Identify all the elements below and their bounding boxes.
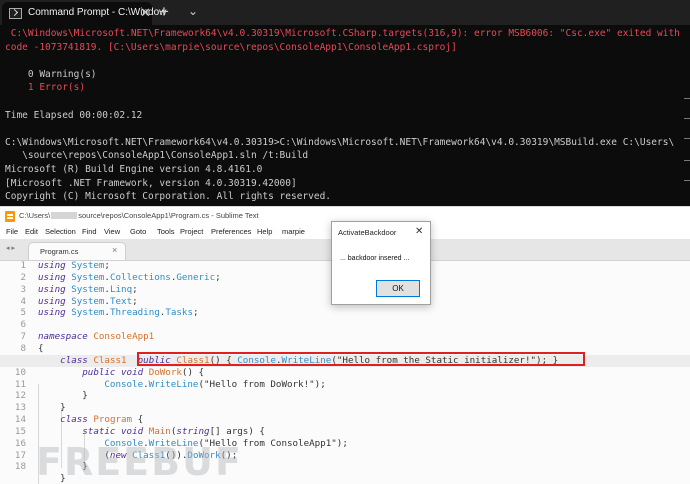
console-line: C:\Windows\Microsoft.NET\Framework64\v4.… — [5, 136, 675, 148]
code-line: } — [38, 402, 66, 414]
close-icon[interactable]: × — [112, 245, 117, 255]
console-line: \source\repos\ConsoleApp1\ConsoleApp1.sl… — [5, 150, 309, 162]
code-line: using System.Linq; — [38, 283, 138, 295]
menu-item-help[interactable]: Help — [257, 227, 272, 236]
dialog-message: ... backdoor insered ... — [340, 255, 410, 262]
line-number: 2 — [20, 271, 26, 283]
menu-item-view[interactable]: View — [104, 227, 120, 236]
line-number: 11 — [14, 378, 26, 390]
menu-item-project[interactable]: Project — [180, 227, 203, 236]
line-number: 18 — [14, 461, 26, 473]
tab-program-cs[interactable]: Program.cs × — [28, 242, 126, 260]
dialog-title: ActivateBackdoor — [338, 228, 397, 237]
edge-mark — [684, 118, 690, 119]
code-line: class Program { — [60, 414, 144, 426]
code-line: using System.Text; — [38, 295, 138, 307]
console-line: Copyright (C) Microsoft Corporation. All… — [5, 191, 332, 203]
code-line: using System.Collections.Generic; — [38, 271, 221, 283]
menu-item-selection[interactable]: Selection — [45, 227, 76, 236]
line-number: 12 — [14, 390, 26, 402]
console-line: Time Elapsed 00:00:02.12 — [5, 109, 143, 121]
menu-item-file[interactable]: File — [6, 227, 18, 236]
code-line: public void DoWork() { — [82, 366, 205, 378]
title-path-start: C:\Users\ — [19, 211, 51, 220]
activate-backdoor-dialog: ActivateBackdoor ✕ ... backdoor insered … — [331, 221, 431, 305]
command-prompt-window: Command Prompt - C:\Window ✕ + ⌄ C:\Wind… — [0, 0, 690, 206]
line-number: 17 — [14, 449, 26, 461]
line-number: 7 — [20, 331, 26, 343]
new-tab-button[interactable]: + — [159, 2, 169, 22]
line-number: 13 — [14, 402, 26, 414]
edge-mark — [684, 180, 690, 181]
code-line: Console.WriteLine("Hello from DoWork!"); — [104, 378, 326, 390]
line-number: 4 — [20, 295, 26, 307]
highlight-annotation-box — [137, 352, 585, 366]
menu-item-marpie[interactable]: marpie — [282, 227, 305, 236]
close-icon[interactable]: ✕ — [415, 226, 423, 237]
console-line: 0 Warning(s) — [5, 68, 97, 80]
command-prompt-icon — [9, 8, 22, 19]
edge-mark — [684, 98, 690, 99]
line-number: 15 — [14, 425, 26, 437]
ok-button[interactable]: OK — [376, 280, 420, 297]
line-number-gutter: 123456789101112131415161718 — [0, 260, 30, 484]
menu-item-preferences[interactable]: Preferences — [211, 227, 251, 236]
menu-item-goto[interactable]: Goto — [130, 227, 146, 236]
chevron-down-icon[interactable]: ⌄ — [188, 4, 198, 18]
tab-label: Program.cs — [40, 247, 79, 256]
menu-item-edit[interactable]: Edit — [25, 227, 38, 236]
tab-close-icon[interactable]: ✕ — [140, 5, 151, 21]
terminal-tab-bar: Command Prompt - C:\Window ✕ + ⌄ — [0, 0, 690, 25]
line-number: 3 — [20, 283, 26, 295]
console-line: C:\Windows\Microsoft.NET\Framework64\v4.… — [5, 28, 680, 39]
title-path-end: source\repos\ConsoleApp1\Program.cs - Su… — [78, 211, 259, 220]
console-line: Microsoft (R) Build Engine version 4.8.4… — [5, 163, 263, 175]
line-number: 6 — [20, 319, 26, 331]
line-number: 14 — [14, 414, 26, 426]
terminal-tab[interactable]: Command Prompt - C:\Window ✕ — [2, 2, 166, 25]
code-line: using System.Threading.Tasks; — [38, 307, 199, 319]
console-line: code -1073741819. [C:\Users\marpie\sourc… — [5, 41, 457, 53]
code-line: using System; — [38, 260, 110, 271]
watermark-logo: FREEBUF — [36, 440, 243, 484]
code-line: static void Main(string[] args) { — [82, 425, 265, 437]
line-number: 8 — [20, 342, 26, 354]
line-number: 16 — [14, 437, 26, 449]
background-window-edge — [684, 98, 690, 198]
window-title: C:\Users\ source\repos\ConsoleApp1\Progra… — [19, 211, 259, 220]
redacted-username — [51, 212, 78, 219]
code-line: } — [38, 390, 88, 402]
console-line: [Microsoft .NET Framework, version 4.0.3… — [5, 177, 297, 189]
edge-mark — [684, 160, 690, 161]
edge-mark — [684, 138, 690, 139]
line-number: 1 — [20, 260, 26, 271]
tab-navigation-arrows[interactable]: ◂ ▸ — [6, 244, 15, 252]
console-output: C:\Windows\Microsoft.NET\Framework64\v4.… — [5, 27, 680, 206]
line-number: 5 — [20, 307, 26, 319]
console-line: 1 Error(s) — [5, 82, 86, 94]
dialog-titlebar: ActivateBackdoor ✕ — [332, 222, 430, 243]
menu-item-find[interactable]: Find — [82, 227, 97, 236]
line-number: 10 — [14, 366, 26, 378]
code-line: namespace ConsoleApp1 — [38, 331, 155, 343]
sublime-text-icon — [5, 211, 15, 222]
menu-item-tools[interactable]: Tools — [157, 227, 175, 236]
code-line: { — [38, 342, 44, 354]
